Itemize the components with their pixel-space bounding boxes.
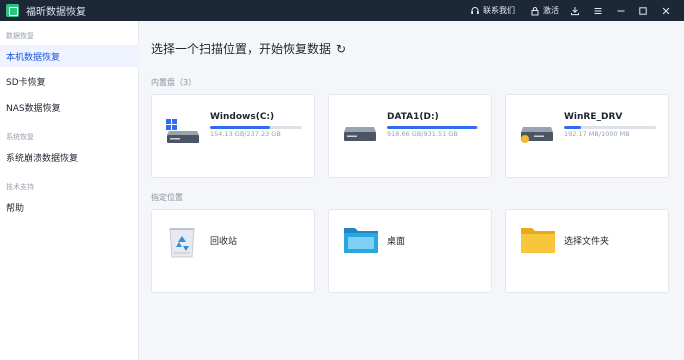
windows-drive-icon [166,119,199,143]
recycle-bin-icon [169,228,195,258]
desktop-folder-icon [344,228,378,253]
place-card-recycle-bin[interactable]: 回收站 [151,209,315,293]
close-button[interactable] [661,0,671,21]
sidebar-item-nas[interactable]: NAS数据恢复 [0,96,139,118]
sidebar-item-label: NAS数据恢复 [6,103,61,114]
sidebar-item-sd-card[interactable]: SD卡恢复 [0,70,139,92]
app-logo [6,4,19,17]
headset-icon [471,6,479,14]
sidebar-item-label: SD卡恢复 [6,77,46,88]
refresh-icon[interactable]: ↻ [336,42,346,56]
folder-icon [521,228,555,253]
sidebar-item-label: 系统崩溃数据恢复 [6,153,79,164]
minimize-button[interactable] [616,0,626,21]
close-icon [662,7,670,14]
download-icon [571,6,579,15]
download-button[interactable] [570,0,580,21]
drive-usage-bar [210,126,302,129]
sidebar: 数据恢复 本机数据恢复 SD卡恢复 NAS数据恢复 系统恢复 系统崩溃数据恢复 … [0,21,139,360]
drives-section-label: 内置盘（3） [151,78,197,87]
drive-size: 154.13 GB/237.23 GB [210,130,281,138]
place-card-choose-folder[interactable]: 选择文件夹 [505,209,669,293]
app-title: 福昕数据恢复 [26,7,86,18]
contact-us-label: 联系我们 [483,6,515,15]
places-section-label: 指定位置 [151,193,183,202]
page-title: 选择一个扫描位置，开始恢复数据 ↻ [151,40,346,57]
place-label: 桌面 [387,237,406,247]
drive-usage-fill [387,126,478,129]
minimize-icon [617,10,625,11]
drive-usage-fill [564,126,582,129]
drive-usage-fill [210,126,270,129]
activate-button[interactable]: 激活 [530,0,559,21]
recovery-drive-icon [521,127,553,143]
drive-name: WinRE_DRV [564,112,623,122]
sidebar-item-help[interactable]: 帮助 [0,196,139,218]
maximize-icon [639,6,647,15]
activate-label: 激活 [543,6,559,15]
sidebar-item-label: 帮助 [6,203,25,214]
drive-name: Windows(C:) [210,112,275,122]
hamburger-menu-icon [594,7,602,14]
drive-card-winre[interactable]: WinRE_DRV 192.17 MB/1000 MB [505,94,669,178]
menu-button[interactable] [593,0,603,21]
place-label: 回收站 [210,237,238,247]
maximize-button[interactable] [638,0,648,21]
sidebar-section-tech-support: 技术支持 [6,183,34,191]
sidebar-item-system-crash[interactable]: 系统崩溃数据恢复 [0,146,139,168]
drive-name: DATA1(D:) [387,112,439,122]
contact-us-button[interactable]: 联系我们 [470,0,515,21]
drive-card-c[interactable]: Windows(C:) 154.13 GB/237.23 GB [151,94,315,178]
drive-usage-bar [387,126,479,129]
drive-usage-bar [564,126,656,129]
sidebar-section-data-recovery: 数据恢复 [6,32,34,40]
title-bar: 福昕数据恢复 联系我们 激活 [0,0,684,21]
lock-icon [531,6,539,15]
sidebar-item-local-recovery[interactable]: 本机数据恢复 [0,45,139,67]
sidebar-section-system-recovery: 系统恢复 [6,133,34,141]
sidebar-item-label: 本机数据恢复 [6,52,61,63]
page-title-text: 选择一个扫描位置，开始恢复数据 [151,42,332,56]
drive-card-d[interactable]: DATA1(D:) 918.66 GB/931.51 GB [328,94,492,178]
hard-drive-icon [344,127,376,141]
drive-size: 918.66 GB/931.51 GB [387,130,458,138]
place-card-desktop[interactable]: 桌面 [328,209,492,293]
drive-size: 192.17 MB/1000 MB [564,130,630,138]
place-label: 选择文件夹 [564,237,610,247]
